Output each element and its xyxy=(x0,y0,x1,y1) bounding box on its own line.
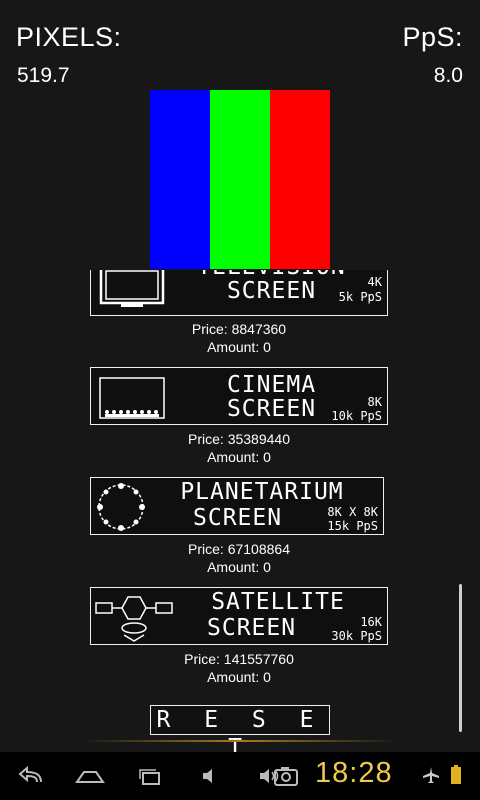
pixels-label: PIXELS: xyxy=(16,22,122,52)
item-amount: Amount: 0 xyxy=(207,339,271,355)
item-resolution: 16K xyxy=(360,615,382,629)
pixels-value: 519.7 xyxy=(17,64,70,87)
planetarium-icon xyxy=(97,483,145,531)
item-title-line1: CINEMA xyxy=(226,372,317,398)
item-resolution: 8K X 8K xyxy=(327,505,378,519)
green-stripe xyxy=(210,90,270,269)
item-amount: Amount: 0 xyxy=(207,449,271,465)
airplane-mode-icon xyxy=(423,767,439,783)
item-title-line1: PLANETARIUM xyxy=(180,479,344,505)
item-rate: 10k PpS xyxy=(331,409,382,423)
battery-icon xyxy=(451,765,461,784)
item-price: Price: 8847360 xyxy=(191,321,287,337)
item-price: Price: 67108864 xyxy=(188,541,290,557)
item-resolution: 8K xyxy=(367,395,382,409)
blue-stripe xyxy=(150,90,210,269)
item-amount: Amount: 0 xyxy=(207,559,271,575)
screenshot-icon[interactable] xyxy=(270,762,302,790)
item-resolution: 4K xyxy=(367,275,382,289)
item-rate: 15k PpS xyxy=(327,519,378,533)
cinema-icon xyxy=(99,377,165,419)
pps-label: PpS: xyxy=(402,22,463,52)
item-amount: Amount: 0 xyxy=(207,669,271,685)
item-price: Price: 141557760 xyxy=(184,651,294,667)
item-price: Price: 35389440 xyxy=(188,431,290,447)
item-title-line1: SATELLITE xyxy=(211,589,345,615)
back-icon[interactable] xyxy=(15,762,47,790)
shop-item-satellite[interactable]: SATELLITE SCREEN 16K 30k PpS xyxy=(90,587,388,645)
home-icon[interactable] xyxy=(74,762,106,790)
red-stripe xyxy=(270,90,330,269)
shop-scrollbar[interactable] xyxy=(459,584,462,732)
android-nav-bar xyxy=(0,752,480,800)
status-clock: 18:28 xyxy=(315,757,393,789)
item-rate: 5k PpS xyxy=(338,290,382,304)
satellite-icon xyxy=(95,596,173,642)
divider-glow xyxy=(80,740,400,742)
recent-apps-icon[interactable] xyxy=(134,762,166,790)
game-screen: PIXELS: 519.7 PpS: 8.0 TELEVISION SCREEN… xyxy=(0,0,480,752)
television-icon xyxy=(99,270,165,307)
shop-item-television[interactable]: TELEVISION SCREEN 4K 5k PpS xyxy=(90,270,388,316)
shop-item-cinema[interactable]: CINEMA SCREEN 8K 10k PpS xyxy=(90,367,388,425)
shop-item-planetarium[interactable]: PLANETARIUM SCREEN 8K X 8K 15k PpS xyxy=(90,477,384,535)
shop-list[interactable]: TELEVISION SCREEN 4K 5k PpS Price: 88473… xyxy=(0,270,480,742)
rgb-clicker-button[interactable] xyxy=(150,90,330,269)
volume-down-icon[interactable] xyxy=(195,762,227,790)
pps-value: 8.0 xyxy=(433,64,463,87)
item-rate: 30k PpS xyxy=(331,629,382,643)
reset-button[interactable]: R E S E T xyxy=(150,705,330,752)
